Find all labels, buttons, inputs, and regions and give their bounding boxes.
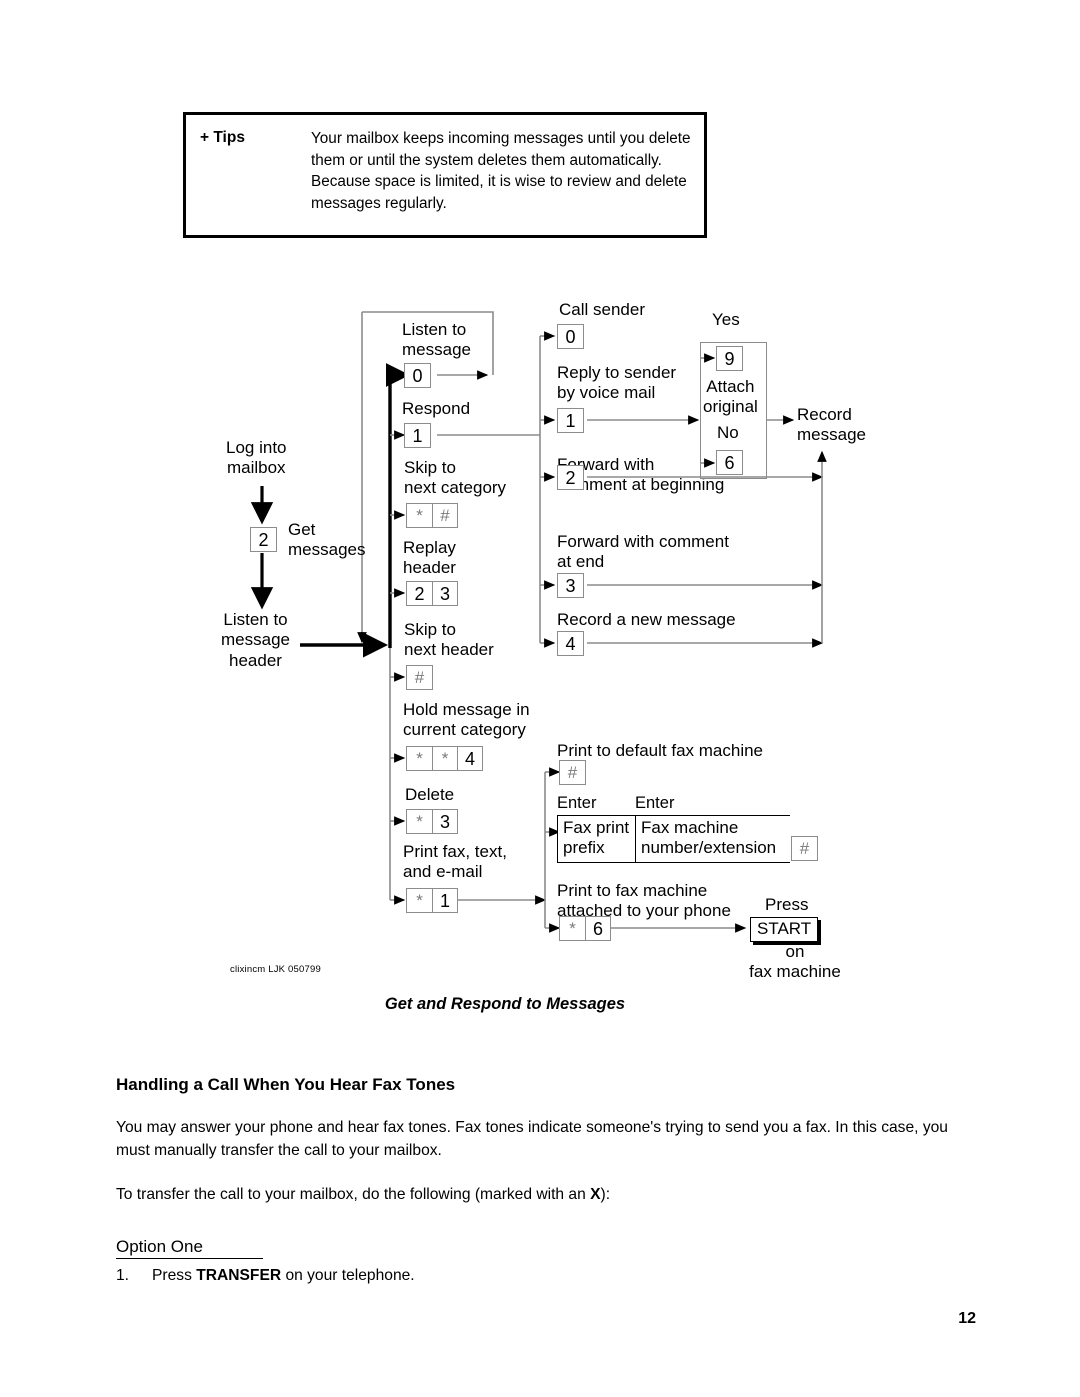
- flow-label-no: No: [717, 423, 739, 442]
- paragraph-2-text-a: To transfer the call to your mailbox, do…: [116, 1186, 591, 1204]
- fax-print-prefix-cell[interactable]: Fax print prefix: [557, 815, 635, 863]
- flow-label-listen-to-message: Listen to message: [402, 320, 471, 360]
- key-print-default-fax[interactable]: #: [559, 760, 586, 785]
- key-print-attached-fax[interactable]: * 6: [559, 916, 611, 941]
- body-section: Handling a Call When You Hear Fax Tones …: [116, 1075, 976, 1285]
- key-record-new-message[interactable]: 4: [557, 631, 584, 656]
- flow-label-record-message: Record message: [797, 405, 866, 445]
- key-cap-3: 3: [565, 575, 576, 596]
- key-forward-comment-beginning[interactable]: 2: [557, 465, 584, 490]
- key-skip-next-category[interactable]: * #: [406, 503, 458, 528]
- flow-label-record-new-message: Record a new message: [557, 610, 736, 629]
- get-and-respond-flowchart: Log into mailbox 2 Get messages Listen to m…: [0, 280, 1080, 1020]
- step-text-a: Press: [152, 1266, 197, 1284]
- flow-label-skip-next-category: Skip to next category: [404, 458, 507, 498]
- key-cap-1: 1: [412, 425, 423, 446]
- flow-label-forward-comment-end: Forward with comment at end: [557, 532, 729, 572]
- fax-machine-number-cell[interactable]: Fax machine number/extension: [635, 815, 790, 863]
- option-one-heading: Option One: [116, 1236, 976, 1259]
- key-cap-asterisk: *: [416, 812, 423, 831]
- flow-label-enter-prefix: Enter: [557, 794, 597, 812]
- key-print-fax-text-email[interactable]: * 1: [406, 888, 458, 913]
- paragraph-2-bold-x: X: [590, 1186, 601, 1204]
- key-attach-no[interactable]: 6: [716, 450, 743, 475]
- figure-caption-text: Get and Respond to Messages: [384, 995, 626, 1013]
- section-heading: Handling a Call When You Hear Fax Tones: [116, 1075, 456, 1094]
- key-cap-6: 6: [585, 917, 610, 940]
- artwork-credit: clixincm LJK 050799: [230, 964, 321, 975]
- paragraph-1: You may answer your phone and hear fax t…: [116, 1117, 976, 1162]
- key-cap-asterisk: *: [569, 919, 576, 938]
- key-cap-0: 0: [565, 326, 576, 347]
- flow-label-hold-message: Hold message in current category: [403, 700, 530, 740]
- key-cap-pound: #: [414, 668, 425, 687]
- paragraph-2-text-b: ):: [600, 1186, 611, 1204]
- paragraph-2: To transfer the call to your mailbox, do…: [116, 1184, 976, 1207]
- key-attach-yes[interactable]: 9: [716, 346, 743, 371]
- tips-callout-box: + Tips Your mailbox keeps incoming messa…: [183, 112, 707, 238]
- key-cap-2: 2: [565, 467, 576, 488]
- flow-label-on-fax-machine: on fax machine: [749, 942, 841, 982]
- key-delete[interactable]: * 3: [406, 809, 458, 834]
- fax-entry-table: Fax print prefix Fax machine number/extens…: [557, 815, 818, 863]
- tips-text: Your mailbox keeps incoming messages unt…: [311, 130, 691, 213]
- key-listen-to-message[interactable]: 0: [404, 363, 431, 388]
- step-number: 1.: [116, 1266, 130, 1284]
- key-replay-header[interactable]: 2 3: [406, 581, 458, 606]
- key-cap-9: 9: [724, 348, 735, 369]
- step-text-b: on your telephone.: [281, 1266, 415, 1284]
- key-get-messages[interactable]: 2: [250, 527, 277, 552]
- step-list-item-1: 1. Press TRANSFER on your telephone.: [116, 1267, 976, 1285]
- flow-label-print-default-fax: Print to default fax machine: [557, 741, 764, 760]
- flow-label-skip-next-header: Skip to next header: [404, 620, 494, 660]
- tips-label: + Tips: [200, 129, 245, 146]
- key-cap-pound: #: [567, 763, 578, 782]
- key-forward-comment-end[interactable]: 3: [557, 573, 584, 598]
- flow-label-log-into-mailbox: Log into mailbox: [226, 438, 287, 478]
- flow-label-replay-header: Replay header: [403, 538, 456, 578]
- flow-label-respond: Respond: [402, 399, 471, 418]
- option-one-label: Option One: [116, 1236, 263, 1259]
- key-cap-pound: #: [432, 504, 457, 527]
- key-cap-asterisk: *: [416, 749, 423, 768]
- key-cap-1: 1: [432, 889, 457, 912]
- key-reply-voice-mail[interactable]: 1: [557, 408, 584, 433]
- figure-caption: Get and Respond to Messages: [0, 995, 1080, 1014]
- key-hold-message[interactable]: * * 4: [406, 746, 483, 771]
- flow-label-print-fax-text-email: Print fax, text, and e-mail: [403, 842, 507, 882]
- key-skip-next-header[interactable]: #: [406, 665, 433, 690]
- flow-label-listen-message-header: Listen to message header: [221, 610, 290, 670]
- flow-label-delete: Delete: [405, 785, 455, 804]
- key-fax-table-end[interactable]: #: [791, 835, 818, 861]
- flow-label-call-sender: Call sender: [559, 300, 645, 319]
- key-cap-4: 4: [565, 633, 576, 654]
- key-cap-3: 3: [432, 810, 457, 833]
- paragraph-1-text: You may answer your phone and hear fax t…: [116, 1119, 948, 1159]
- key-cap-3: 3: [432, 582, 457, 605]
- key-cap-asterisk: *: [416, 506, 423, 525]
- step-text-bold-transfer: TRANSFER: [196, 1266, 282, 1284]
- flow-label-attach-original: Attach original: [703, 377, 758, 417]
- key-call-sender[interactable]: 0: [557, 324, 584, 349]
- step-text: Press TRANSFER on your telephone.: [152, 1267, 415, 1285]
- key-cap-pound: #: [799, 838, 810, 858]
- key-cap-0: 0: [412, 365, 423, 386]
- start-button[interactable]: START: [750, 917, 819, 943]
- flow-label-get-messages: Get messages: [288, 520, 366, 560]
- key-cap-4: 4: [457, 747, 482, 770]
- page-number: 12: [958, 1310, 976, 1327]
- key-respond[interactable]: 1: [404, 423, 431, 448]
- flow-label-reply-voice-mail: Reply to sender by voice mail: [557, 363, 677, 403]
- flow-label-press: Press: [765, 895, 809, 914]
- flowchart-connectors: [250, 311, 827, 933]
- key-cap-6: 6: [724, 452, 735, 473]
- flow-label-enter-number: Enter: [635, 794, 675, 812]
- key-cap-2: 2: [414, 583, 425, 604]
- key-cap-asterisk: *: [432, 747, 457, 770]
- flow-label-yes: Yes: [712, 310, 740, 329]
- key-cap-asterisk: *: [416, 891, 423, 910]
- key-cap-2: 2: [258, 529, 269, 550]
- key-cap-1: 1: [565, 410, 576, 431]
